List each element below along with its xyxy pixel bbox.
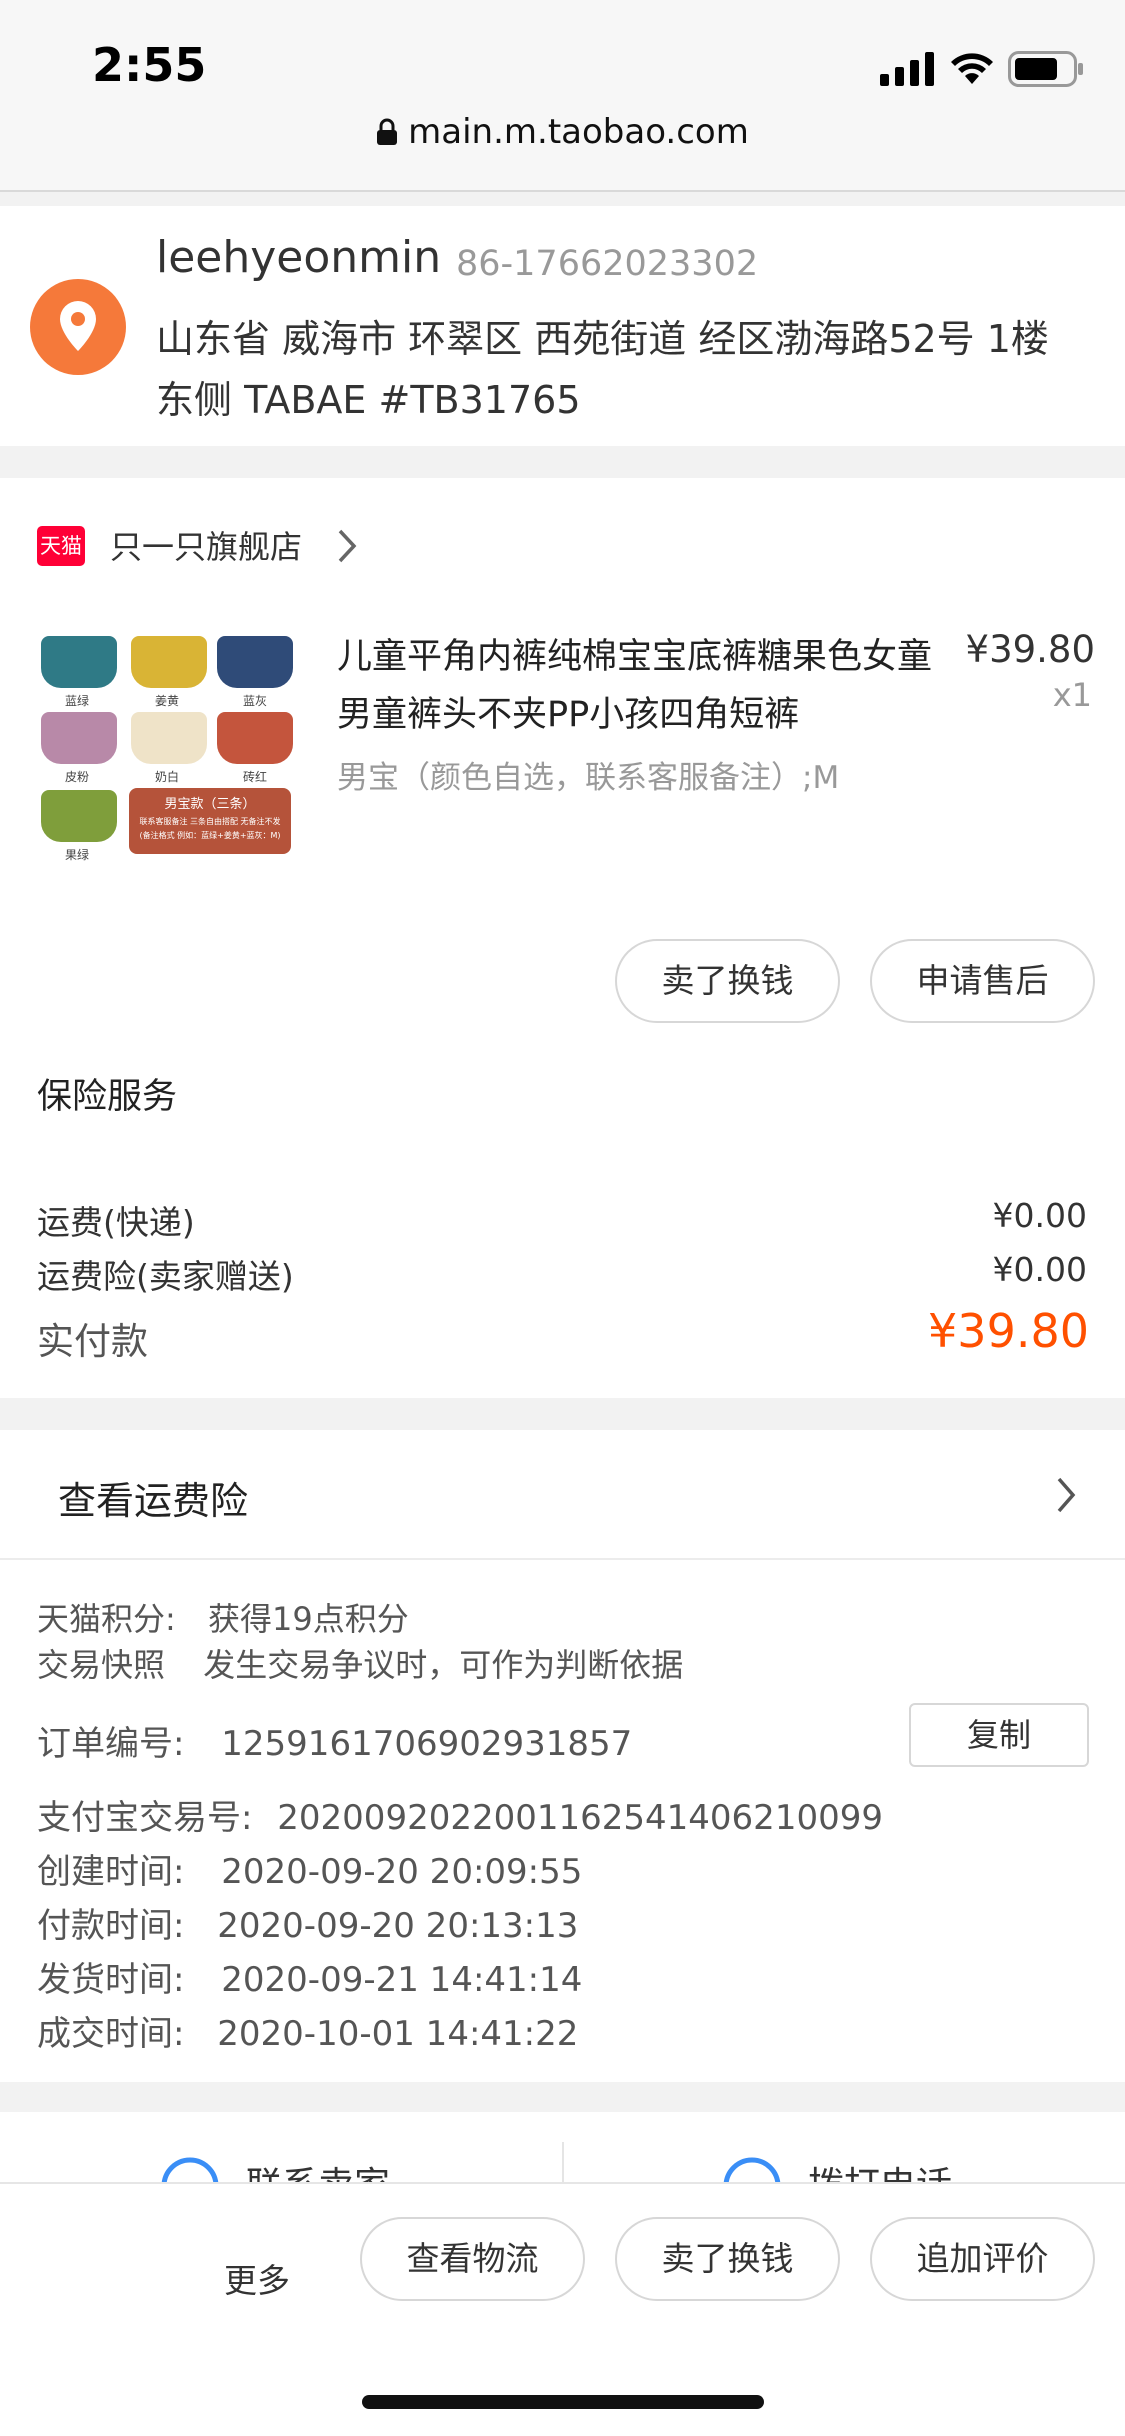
- thumb-item: [217, 712, 293, 764]
- shipping-value: ¥0.00: [992, 1196, 1087, 1235]
- signal-icon: [880, 52, 934, 86]
- address-section[interactable]: leehyeonmin 86-17662023302 山东省 威海市 环翠区 西…: [0, 206, 1125, 446]
- recipient-name: leehyeonmin: [156, 232, 442, 283]
- product-thumbnail[interactable]: 蓝绿 姜黄 蓝灰 皮粉 奶白 砖红 果绿 男宝款（三条） 联系客服备注 三条自由…: [37, 630, 295, 894]
- thumb-label: 姜黄: [155, 694, 180, 708]
- divider: [0, 190, 1125, 192]
- product-price: ¥39.80: [965, 628, 1095, 671]
- status-time: 2:55: [92, 38, 207, 92]
- shipping-label: 运费(快递): [37, 1203, 195, 1242]
- sell-button-bottom[interactable]: 卖了换钱: [615, 2217, 840, 2301]
- created-label: 创建时间:: [37, 1852, 185, 1892]
- thumb-label: 蓝绿: [65, 694, 90, 708]
- alipay-value: 2020092022001162541406210099: [277, 1798, 883, 1838]
- thumb-card-text-2: (备注格式 例如：蓝绿+姜黄+蓝灰：M): [139, 831, 281, 840]
- shipped-label: 发货时间:: [37, 1960, 185, 2000]
- paid-time-label: 付款时间:: [37, 1906, 185, 1946]
- order-section: 天猫 只一只旗舰店 蓝绿 姜黄 蓝灰 皮粉 奶白 砖红 果绿 男宝款（三条） 联…: [0, 478, 1125, 1398]
- shipped-value: 2020-09-21 14:41:14: [221, 1960, 583, 2000]
- chevron-right-icon[interactable]: [336, 528, 358, 564]
- thumb-label: 果绿: [65, 848, 90, 862]
- order-info-section: 天猫积分: 获得19点积分 交易快照 发生交易争议时，可作为判断依据 订单编号:…: [0, 1560, 1125, 2082]
- alipay-label: 支付宝交易号:: [37, 1798, 253, 1838]
- paid-time-row: 付款时间: 2020-09-20 20:13:13: [37, 1898, 578, 1947]
- alipay-row: 支付宝交易号: 2020092022001162541406210099: [37, 1790, 883, 1839]
- thumb-item: [131, 636, 207, 688]
- done-value: 2020-10-01 14:41:22: [217, 2014, 579, 2054]
- created-value: 2020-09-20 20:09:55: [221, 1852, 583, 1892]
- paid-time-value: 2020-09-20 20:13:13: [217, 1906, 579, 1946]
- view-logistics-button[interactable]: 查看物流: [360, 2217, 585, 2301]
- points-label: 天猫积分:: [37, 1600, 176, 1638]
- lock-icon: [377, 118, 398, 145]
- done-row: 成交时间: 2020-10-01 14:41:22: [37, 2006, 578, 2055]
- location-pin-icon: [30, 279, 126, 375]
- thumb-label: 奶白: [155, 770, 180, 784]
- points-row: 天猫积分: 获得19点积分: [37, 1594, 409, 1640]
- product-title-line-1[interactable]: 儿童平角内裤纯棉宝宝底裤糖果色女童: [337, 628, 932, 679]
- more-button[interactable]: 更多: [224, 2254, 290, 2302]
- thumb-label: 蓝灰: [243, 694, 268, 708]
- thumb-label: 皮粉: [65, 770, 90, 784]
- battery-icon: [1008, 51, 1083, 87]
- thumb-item: [41, 712, 117, 764]
- recipient-phone: 86-17662023302: [456, 244, 759, 284]
- order-number-label: 订单编号:: [37, 1724, 185, 1764]
- url-text: main.m.taobao.com: [408, 112, 749, 152]
- thumb-item: [41, 790, 117, 842]
- after-sale-button[interactable]: 申请售后: [870, 939, 1095, 1023]
- view-insurance-row[interactable]: 查看运费险: [0, 1430, 1125, 1560]
- product-sku: 男宝（颜色自选，联系客服备注）;M: [337, 760, 840, 796]
- done-label: 成交时间:: [37, 2014, 185, 2054]
- contact-row: 联系卖家 拨打电话: [0, 2112, 1125, 2192]
- address-line-2: 东侧 TABAE #TB31765: [156, 378, 581, 422]
- add-review-button[interactable]: 追加评价: [870, 2217, 1095, 2301]
- paid-value: ¥39.80: [928, 1304, 1089, 1358]
- wifi-icon: [951, 53, 993, 84]
- shipping-insurance-label: 运费险(卖家赠送): [37, 1257, 294, 1296]
- snapshot-value: 发生交易争议时，可作为判断依据: [203, 1646, 684, 1684]
- insurance-title: 保险服务: [37, 1077, 178, 1117]
- thumb-label: 砖红: [243, 770, 268, 784]
- view-insurance-label: 查看运费险: [58, 1479, 249, 1523]
- thumb-card-text: 联系客服备注 三条自由搭配 无备注不发: [139, 817, 281, 826]
- thumb-item: [41, 636, 117, 688]
- url-bar[interactable]: main.m.taobao.com: [0, 112, 1125, 152]
- tmall-badge: 天猫: [37, 526, 85, 566]
- order-number-value: 1259161706902931857: [221, 1724, 633, 1764]
- chevron-right-icon: [1057, 1477, 1076, 1513]
- copy-button[interactable]: 复制: [909, 1703, 1089, 1767]
- thumb-item: [217, 636, 293, 688]
- shipping-insurance-value: ¥0.00: [992, 1250, 1087, 1289]
- product-title-line-2[interactable]: 男童裤头不夹PP小孩四角短裤: [337, 686, 799, 737]
- status-bar: 2:55 main.m.taobao.com: [0, 0, 1125, 190]
- product-qty: x1: [1052, 676, 1092, 714]
- shop-name[interactable]: 只一只旗舰店: [110, 522, 302, 568]
- paid-label: 实付款: [37, 1320, 148, 1363]
- address-line-1: 山东省 威海市 环翠区 西苑街道 经区渤海路52号 1楼: [156, 317, 1049, 361]
- sell-button[interactable]: 卖了换钱: [615, 939, 840, 1023]
- snapshot-label: 交易快照: [37, 1646, 166, 1684]
- created-row: 创建时间: 2020-09-20 20:09:55: [37, 1844, 582, 1893]
- snapshot-row[interactable]: 交易快照 发生交易争议时，可作为判断依据: [37, 1640, 683, 1686]
- order-number-row: 订单编号: 1259161706902931857: [37, 1716, 632, 1765]
- thumb-item: [131, 712, 207, 764]
- thumb-card-title: 男宝款（三条）: [164, 797, 256, 812]
- shipped-row: 发货时间: 2020-09-21 14:41:14: [37, 1952, 582, 2001]
- home-indicator[interactable]: [362, 2395, 764, 2409]
- points-value: 获得19点积分: [207, 1600, 409, 1638]
- thumb-info-card: 男宝款（三条） 联系客服备注 三条自由搭配 无备注不发 (备注格式 例如：蓝绿+…: [129, 788, 291, 854]
